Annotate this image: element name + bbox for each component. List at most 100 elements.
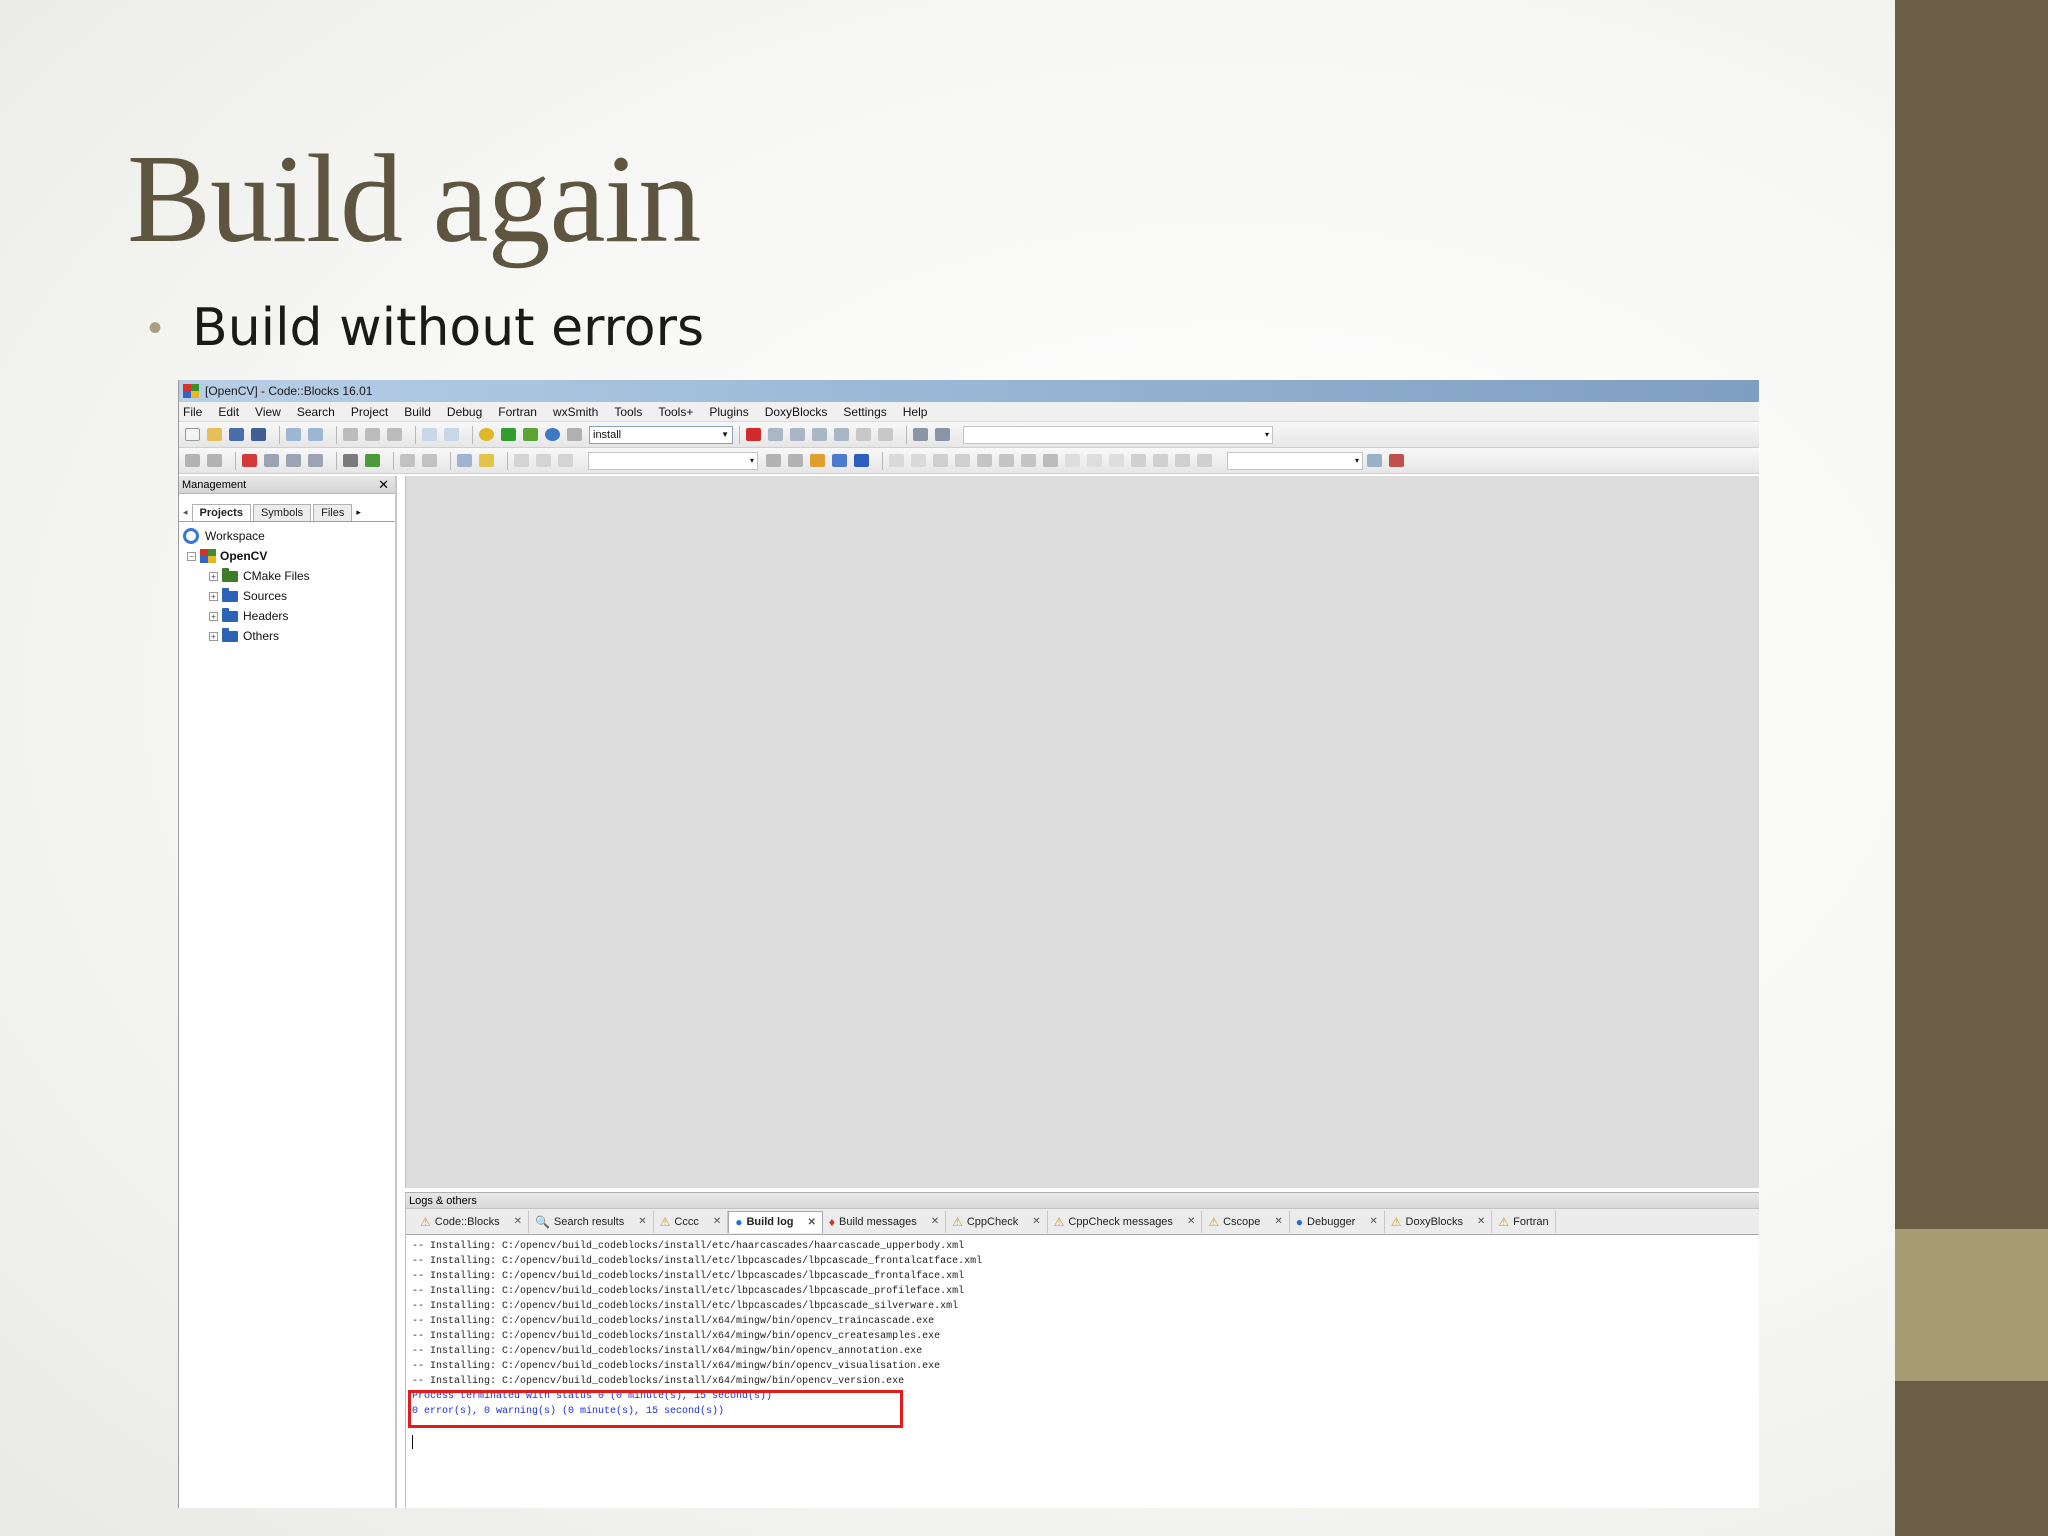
next-bookmark-icon[interactable] [286, 454, 301, 467]
expand-icon[interactable]: + [209, 591, 218, 601]
tab-cppcheck[interactable]: ⚠ CppCheck ✕ [946, 1210, 1048, 1233]
tree-folder-cmake[interactable]: + CMake Files [183, 566, 391, 586]
menu-project[interactable]: Project [351, 405, 388, 419]
new-file-icon[interactable] [185, 428, 200, 441]
frame-icon[interactable] [1065, 454, 1080, 467]
tab-files[interactable]: Files [313, 504, 353, 521]
comment-icon[interactable] [400, 454, 415, 467]
panel-2-icon[interactable] [955, 454, 970, 467]
tab-fortran[interactable]: ⚠ Fortran [1492, 1210, 1556, 1233]
tab-projects[interactable]: Projects [191, 504, 251, 521]
menu-fortran[interactable]: Fortran [498, 405, 537, 419]
abort-icon[interactable] [567, 428, 582, 441]
number-icon[interactable] [1175, 454, 1190, 467]
menu-tools[interactable]: Tools [614, 405, 642, 419]
expand-icon[interactable]: + [209, 571, 218, 581]
split-icon[interactable] [911, 454, 926, 467]
expand-icon[interactable]: + [209, 611, 218, 621]
expand-icon[interactable]: + [209, 631, 218, 641]
block-icon[interactable] [1043, 454, 1058, 467]
collapse-icon[interactable]: − [187, 551, 196, 561]
tree-workspace[interactable]: Workspace [183, 526, 391, 546]
close-icon[interactable]: ✕ [808, 1217, 816, 1228]
close-icon[interactable]: ✕ [931, 1216, 939, 1227]
cut-icon[interactable] [343, 428, 358, 441]
tree-folder-sources[interactable]: + Sources [183, 586, 391, 606]
menu-file[interactable]: File [183, 405, 202, 419]
tab-scroll-right-icon[interactable]: ▸ [354, 507, 363, 521]
match-icon[interactable] [854, 454, 869, 467]
next-instruction-icon[interactable] [834, 428, 849, 441]
tab-cppcheck-messages[interactable]: ⚠ CppCheck messages ✕ [1048, 1210, 1203, 1233]
step-icon[interactable] [768, 428, 783, 441]
tab-doxyblocks[interactable]: ⚠ DoxyBlocks ✕ [1385, 1210, 1493, 1233]
bar-2-icon[interactable] [999, 454, 1014, 467]
close-icon[interactable]: ✕ [514, 1216, 522, 1227]
unindent-icon[interactable] [558, 454, 573, 467]
menu-help[interactable]: Help [903, 405, 928, 419]
menu-search[interactable]: Search [297, 405, 335, 419]
replace-icon[interactable] [444, 428, 459, 441]
select-icon[interactable] [832, 454, 847, 467]
debug-windows-icon[interactable] [913, 428, 928, 441]
build-target-select[interactable]: install ▼ [589, 425, 733, 444]
refresh-icon[interactable] [1197, 454, 1212, 467]
tab-cscope[interactable]: ⚠ Cscope ✕ [1202, 1210, 1290, 1233]
close-icon[interactable]: ✕ [638, 1216, 646, 1227]
build-icon[interactable] [479, 428, 494, 441]
tree-folder-others[interactable]: + Others [183, 626, 391, 646]
code-completion-select[interactable]: ▾ [963, 425, 1273, 444]
zoom-out-icon[interactable] [1153, 454, 1168, 467]
bookmark-icon[interactable] [242, 454, 257, 467]
break-icon[interactable] [856, 428, 871, 441]
redo-icon[interactable] [308, 428, 323, 441]
step-out-icon[interactable] [812, 428, 827, 441]
menu-tools-plus[interactable]: Tools+ [658, 405, 693, 419]
menu-view[interactable]: View [255, 405, 281, 419]
panel-icon[interactable] [933, 454, 948, 467]
tree-project[interactable]: − OpenCV [183, 546, 391, 566]
prev-bookmark-icon[interactable] [264, 454, 279, 467]
tab-symbols[interactable]: Symbols [252, 504, 312, 521]
frame-2-icon[interactable] [1087, 454, 1102, 467]
doxy-run-icon[interactable] [479, 454, 494, 467]
close-icon[interactable]: ✕ [1187, 1216, 1195, 1227]
paste-icon[interactable] [387, 428, 402, 441]
menu-settings[interactable]: Settings [843, 405, 886, 419]
run-icon[interactable] [501, 428, 516, 441]
close-icon[interactable]: ✕ [1477, 1216, 1485, 1227]
rebuild-icon[interactable] [545, 428, 560, 441]
find-icon[interactable] [422, 428, 437, 441]
menu-wxsmith[interactable]: wxSmith [553, 405, 598, 419]
indent-icon[interactable] [536, 454, 551, 467]
go-back-icon[interactable] [766, 454, 781, 467]
debug-info-icon[interactable] [935, 428, 950, 441]
go-forward-icon[interactable] [788, 454, 803, 467]
bar-3-icon[interactable] [1021, 454, 1036, 467]
line-icon[interactable] [514, 454, 529, 467]
stop-debug-icon[interactable] [878, 428, 893, 441]
menu-debug[interactable]: Debug [447, 405, 482, 419]
search-select[interactable]: ▾ [1227, 451, 1363, 470]
step-into-icon[interactable] [790, 428, 805, 441]
menu-plugins[interactable]: Plugins [709, 405, 748, 419]
close-icon[interactable]: ✕ [713, 1216, 721, 1227]
bar-icon[interactable] [977, 454, 992, 467]
layout-icon[interactable] [889, 454, 904, 467]
close-icon[interactable]: ✕ [378, 477, 395, 493]
open-icon[interactable] [207, 428, 222, 441]
undo-icon[interactable] [286, 428, 301, 441]
scope-select[interactable]: ▾ [588, 451, 758, 470]
jump-icon[interactable] [365, 454, 380, 467]
highlight-icon[interactable] [810, 454, 825, 467]
uncomment-icon[interactable] [422, 454, 437, 467]
toggle-icon[interactable] [343, 454, 358, 467]
doxy-icon[interactable] [457, 454, 472, 467]
copy-icon[interactable] [365, 428, 380, 441]
tab-debugger[interactable]: ● Debugger ✕ [1290, 1210, 1385, 1233]
tree-folder-headers[interactable]: + Headers [183, 606, 391, 626]
tab-codeblocks-log[interactable]: ⚠ Code::Blocks ✕ [414, 1210, 529, 1233]
tab-build-log[interactable]: ● Build log ✕ [728, 1210, 823, 1233]
search-icon[interactable] [1367, 454, 1382, 467]
editor-area[interactable] [405, 476, 1759, 1188]
